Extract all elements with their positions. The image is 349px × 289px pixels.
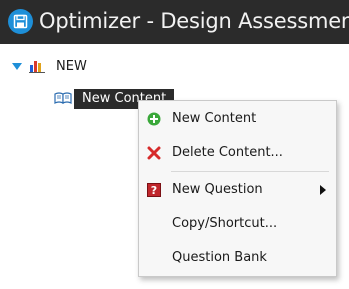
- title-bar: Optimizer - Design Assessment: [0, 0, 349, 44]
- svg-text:?: ?: [151, 184, 157, 197]
- open-book-icon: [54, 92, 72, 104]
- green-plus-icon: [147, 112, 161, 126]
- menu-item-new-question[interactable]: ? New Question: [139, 176, 336, 204]
- menu-item-delete-content[interactable]: Delete Content...: [139, 139, 336, 167]
- menu-item-copy-shortcut[interactable]: Copy/Shortcut...: [139, 210, 336, 238]
- red-x-icon: [147, 146, 161, 160]
- menu-item-question-bank[interactable]: Question Bank: [139, 244, 336, 272]
- window-title: Optimizer - Design Assessment: [39, 9, 349, 33]
- floppy-disk-icon: [8, 9, 33, 34]
- tree-root-label[interactable]: NEW: [56, 58, 87, 76]
- menu-item-label: Copy/Shortcut...: [172, 216, 278, 231]
- menu-item-label: Delete Content...: [172, 145, 283, 160]
- context-menu: New Content Delete Content... ? New Ques…: [138, 100, 337, 277]
- bar-chart-icon: [29, 61, 45, 73]
- expand-triangle-icon[interactable]: [12, 63, 22, 70]
- menu-separator: [171, 171, 329, 172]
- menu-item-label: New Question: [172, 182, 263, 197]
- menu-item-label: New Content: [172, 111, 257, 126]
- menu-item-new-content[interactable]: New Content: [139, 105, 336, 133]
- menu-item-label: Question Bank: [172, 250, 267, 265]
- red-question-icon: ?: [147, 183, 161, 197]
- submenu-arrow-icon: [320, 185, 326, 195]
